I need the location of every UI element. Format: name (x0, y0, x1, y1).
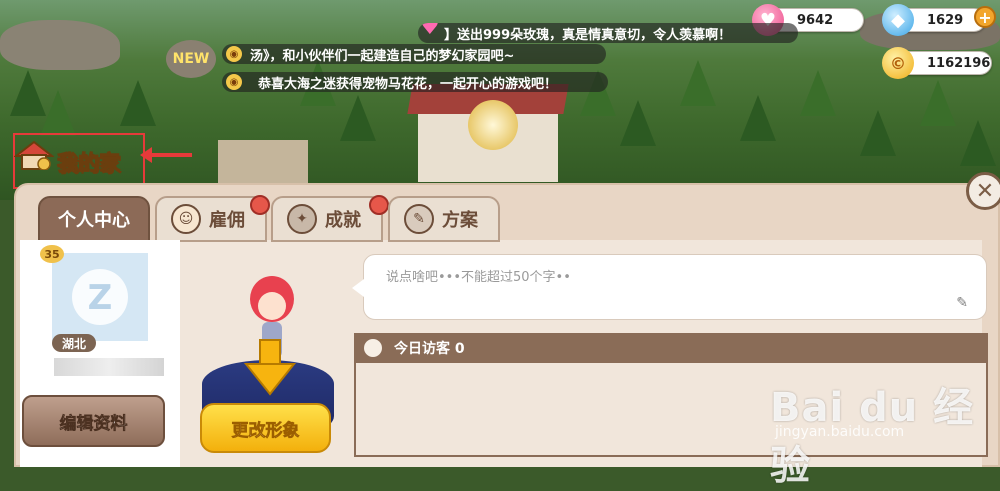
worker-face-icon: ☺ (171, 204, 201, 234)
avatar[interactable]: Z (52, 253, 148, 341)
region-badge: 湖北 (52, 334, 96, 352)
tab-personal-center[interactable]: 个人中心 (38, 196, 150, 242)
scroll-icon: ✎ (404, 204, 434, 234)
rose-heart-icon: ♥ (420, 23, 440, 40)
my-home-button[interactable]: 我的家 (57, 147, 121, 177)
hearts-value: 9642 (797, 12, 834, 28)
player-name-blurred (54, 358, 164, 376)
tab-achievements[interactable]: ✦ 成就 (271, 196, 383, 242)
status-input[interactable] (384, 265, 948, 289)
level-badge: 35 (40, 245, 64, 263)
close-button[interactable]: ✕ (966, 172, 1000, 210)
house-icon (14, 140, 54, 170)
visitor-icon (364, 339, 382, 357)
watermark-url: jingyan.baidu.com (775, 424, 905, 440)
trophy-icon[interactable] (468, 100, 518, 150)
change-appearance-button[interactable]: 更改形象 (200, 403, 331, 453)
broadcast-message-1: ♥ 】送出999朵玫瑰，真是情真意切，令人羡慕啊！ (418, 23, 798, 43)
visitors-header: 今日访客 0 (354, 333, 988, 363)
speaker-icon: ◉ (226, 74, 242, 90)
down-arrow-icon (243, 339, 297, 396)
tab-label: 方案 (442, 210, 478, 231)
tab-plans[interactable]: ✎ 方案 (388, 196, 500, 242)
new-badge[interactable]: NEW (166, 40, 216, 78)
tab-label: 个人中心 (58, 210, 130, 231)
svg-text:Z: Z (88, 278, 113, 318)
edit-profile-button[interactable]: 编辑资料 (22, 395, 165, 447)
broadcast-text-1: 】送出999朵玫瑰，真是情真意切，令人羡慕啊！ (444, 27, 732, 43)
diamonds-value: 1629 (927, 12, 964, 28)
visitors-label: 今日访客 0 (394, 341, 465, 357)
status-message-box: ✎ (352, 254, 987, 320)
notification-dot (369, 195, 389, 215)
annotation-arrow-icon (140, 147, 192, 163)
notification-dot (250, 195, 270, 215)
plus-icon[interactable]: + (974, 6, 996, 28)
speaker-icon: ◉ (226, 46, 242, 62)
winged-badge-icon: ✦ (287, 204, 317, 234)
coin-icon: © (882, 47, 914, 79)
character-face (258, 292, 286, 320)
broadcast-text-3: 恭喜大海之迷获得宠物马花花，一起开心的游戏吧！ (258, 76, 558, 92)
pencil-icon[interactable]: ✎ (956, 295, 968, 311)
close-icon: ✕ (975, 178, 995, 204)
default-avatar-icon: Z (72, 269, 128, 325)
broadcast-message-3: ◉ 恭喜大海之迷获得宠物马花花，一起开心的游戏吧！ (222, 72, 608, 92)
coins-value: 1162196 (927, 55, 991, 71)
diamond-icon: ◆ (882, 4, 914, 36)
tab-label: 成就 (325, 210, 361, 231)
broadcast-text-2: 汤》，和小伙伴们一起建造自己的梦幻家园吧~ (250, 48, 515, 64)
broadcast-message-2: ◉ 汤》，和小伙伴们一起建造自己的梦幻家园吧~ (222, 44, 606, 64)
tab-label: 雇佣 (209, 210, 245, 231)
